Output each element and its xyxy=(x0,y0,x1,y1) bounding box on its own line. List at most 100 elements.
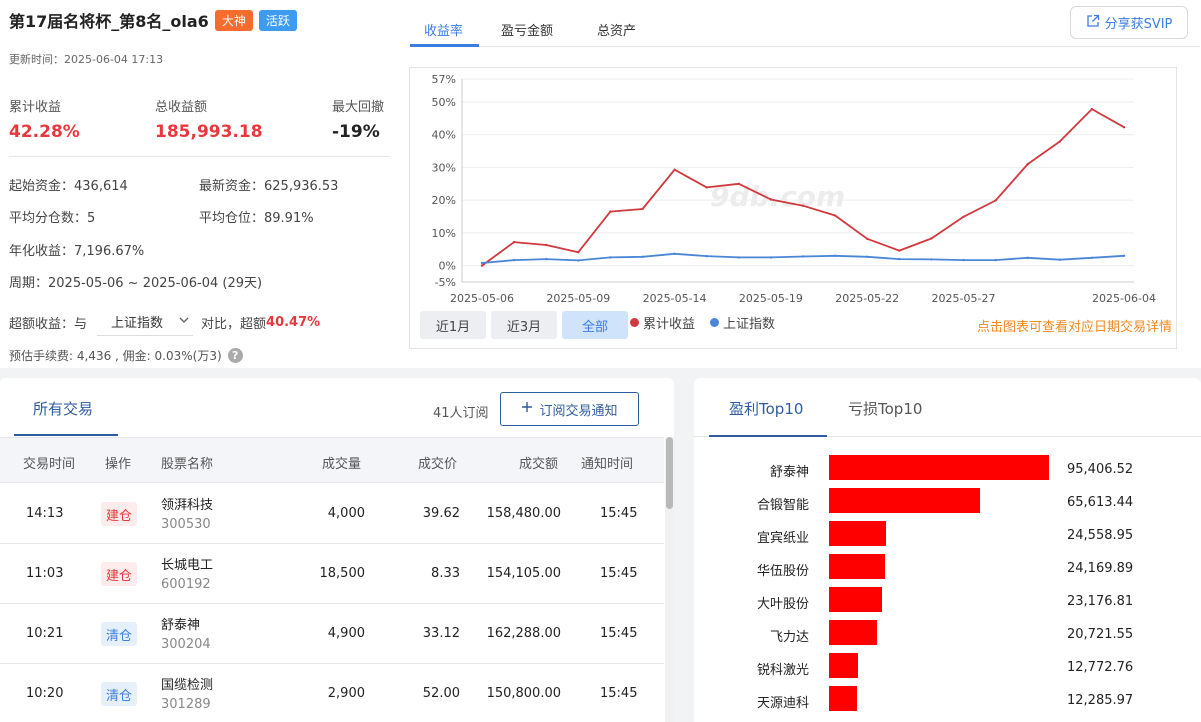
y-tick-label: 30% xyxy=(432,161,456,174)
help-icon[interactable]: ? xyxy=(227,348,243,363)
point-index xyxy=(545,257,548,261)
fee-row: 预估手续费: 4,436 , 佣金: 0.03%(万3) ? xyxy=(9,347,243,364)
share-button[interactable]: 分享获SVIP xyxy=(1070,6,1188,39)
bar-value: 65,613.44 xyxy=(1067,495,1134,510)
point-index xyxy=(994,258,997,262)
cell-amount: 150,800.00 xyxy=(486,686,561,701)
cell-price: 8.33 xyxy=(431,566,460,581)
point-cumulative xyxy=(1122,125,1126,129)
benchmark-prefix: 超额收益：与 xyxy=(9,316,88,332)
scrollbar[interactable] xyxy=(665,437,674,722)
legend-cumulative[interactable]: 累计收益 xyxy=(630,313,695,332)
table-row[interactable]: 10:20 清仓 国缆检测 301289 2,900 52.00 150,800.00 15:… xyxy=(0,664,664,722)
legend-index[interactable]: 上证指数 xyxy=(710,313,775,332)
bar-row[interactable]: 锐科激光 12,772.76 xyxy=(694,650,1201,683)
col-volume: 成交量 xyxy=(322,457,362,472)
bar-row[interactable]: 天源迪科 12,285.97 xyxy=(694,683,1201,716)
stock-name[interactable]: 舒泰神 xyxy=(161,614,200,633)
point-cumulative xyxy=(833,214,837,217)
cell-time: 10:20 xyxy=(26,686,64,701)
table-row[interactable]: 10:21 清仓 舒泰神 300204 4,900 33.12 162,288.00 15:4… xyxy=(0,604,664,664)
point-index xyxy=(1090,256,1094,259)
stock-code: 600192 xyxy=(161,577,211,592)
tab-return-rate[interactable]: 收益率 xyxy=(424,20,463,39)
cell-notify: 15:45 xyxy=(600,506,638,521)
bar-row[interactable]: 宜宾纸业 24,558.95 xyxy=(694,518,1201,551)
op-badge: 清仓 xyxy=(101,622,137,646)
avg-split: 平均分仓数：5 xyxy=(9,211,96,226)
tab-profit-amount[interactable]: 盈亏金额 xyxy=(501,20,553,39)
bar[interactable] xyxy=(829,488,980,513)
bar-row[interactable]: 大叶股份 23,176.81 xyxy=(694,584,1201,617)
point-cumulative xyxy=(705,186,708,189)
point-cumulative xyxy=(737,182,740,185)
subscribe-button[interactable]: 订阅交易通知 xyxy=(500,392,639,426)
scrollbar-thumb[interactable] xyxy=(666,437,673,509)
point-cumulative xyxy=(898,249,901,252)
chart-svg[interactable]: 57% 50% 40% 30% 20% 10% 0% -5% 2025-05-06 2025-05… xyxy=(410,68,1178,308)
table-row[interactable]: 14:13 建仓 领湃科技 300530 4,000 39.62 158,480.00 15:… xyxy=(0,484,664,544)
table-row[interactable]: 11:03 建仓 长城电工 600192 18,500 8.33 154,105.00 15:… xyxy=(0,544,664,604)
tab-profit-top10[interactable]: 盈利Top10 xyxy=(729,398,803,419)
bar[interactable] xyxy=(829,521,886,546)
point-cumulative xyxy=(1090,107,1094,111)
range-all-button[interactable]: 全部 xyxy=(562,311,628,339)
bar[interactable] xyxy=(829,686,857,711)
stock-name[interactable]: 领湃科技 xyxy=(161,494,213,513)
cell-time: 14:13 xyxy=(26,506,64,521)
subscribe-label: 订阅交易通知 xyxy=(539,403,618,419)
bar[interactable] xyxy=(829,554,885,579)
active-tab-underline xyxy=(410,44,479,47)
col-time: 交易时间 xyxy=(23,457,76,472)
overview-card: 第17届名将杯_第8名_ola6 大神 活跃 更新时间：2025-06-04 1… xyxy=(0,0,1201,368)
return-chart[interactable]: 9db.com 57% 50% 40% 30% 20% 10% 0% -5% 2025-05-0… xyxy=(409,67,1177,349)
bar-row[interactable]: 飞力达 20,721.55 xyxy=(694,617,1201,650)
stat-value: 42.28% xyxy=(9,122,80,142)
bar-label: 大叶股份 xyxy=(756,597,809,612)
col-notify: 通知时间 xyxy=(581,457,634,472)
point-index xyxy=(673,252,676,256)
y-tick-label: 57% xyxy=(432,73,456,86)
bar[interactable] xyxy=(829,587,882,612)
page-title: 第17届名将杯_第8名_ola6 xyxy=(9,12,209,31)
range-3m-button[interactable]: 近3月 xyxy=(491,311,557,339)
divider xyxy=(9,156,390,157)
start-capital: 起始资金：436,614 xyxy=(9,179,128,194)
bar[interactable] xyxy=(829,455,1049,480)
period: 周期：2025-05-06 ~ 2025-06-04 (29天) xyxy=(9,276,263,291)
tab-all-trades[interactable]: 所有交易 xyxy=(33,398,93,419)
tab-loss-top10[interactable]: 亏损Top10 xyxy=(848,398,922,419)
active-tab-underline xyxy=(709,435,827,437)
point-cumulative xyxy=(577,251,580,254)
benchmark-select[interactable]: 上证指数 xyxy=(97,308,194,336)
stat-total-profit: 总收益额 185,993.18 xyxy=(155,96,263,142)
bar-label: 合锻智能 xyxy=(756,498,809,513)
cell-notify: 15:45 xyxy=(600,566,638,581)
tab-total-assets[interactable]: 总资产 xyxy=(597,20,636,39)
point-cumulative xyxy=(641,207,644,211)
point-cumulative xyxy=(962,215,965,219)
op-badge: 建仓 xyxy=(101,502,137,526)
bar-row[interactable]: 华伍股份 24,169.89 xyxy=(694,551,1201,584)
x-tick-label: 2025-06-04 xyxy=(1092,292,1156,305)
stock-name[interactable]: 国缆检测 xyxy=(161,674,213,693)
stat-label: 总收益额 xyxy=(155,100,208,115)
table-header: 交易时间 操作 股票名称 成交量 成交价 成交额 通知时间 xyxy=(0,437,664,483)
cell-volume: 4,900 xyxy=(327,626,365,641)
trades-card: 所有交易 41人订阅 订阅交易通知 交易时间 操作 股票名称 成交量 成交价 成… xyxy=(0,378,674,722)
bar-label: 天源迪科 xyxy=(756,696,809,711)
bar[interactable] xyxy=(829,620,877,645)
legend-label: 上证指数 xyxy=(723,317,776,332)
benchmark-middle: 对比，超额 xyxy=(201,316,267,332)
stock-name[interactable]: 长城电工 xyxy=(161,554,213,573)
bar-value: 20,721.55 xyxy=(1067,627,1134,642)
bar[interactable] xyxy=(829,653,858,678)
point-index xyxy=(866,255,869,258)
point-cumulative xyxy=(480,264,484,267)
range-1m-button[interactable]: 近1月 xyxy=(420,311,486,339)
bar-row[interactable]: 舒泰神 95,406.52 xyxy=(694,452,1201,485)
point-index xyxy=(1026,256,1029,259)
bar-row[interactable]: 合锻智能 65,613.44 xyxy=(694,485,1201,518)
col-op: 操作 xyxy=(105,457,132,472)
chart-hint: 点击图表可查看对应日期交易详情 xyxy=(976,320,1172,335)
